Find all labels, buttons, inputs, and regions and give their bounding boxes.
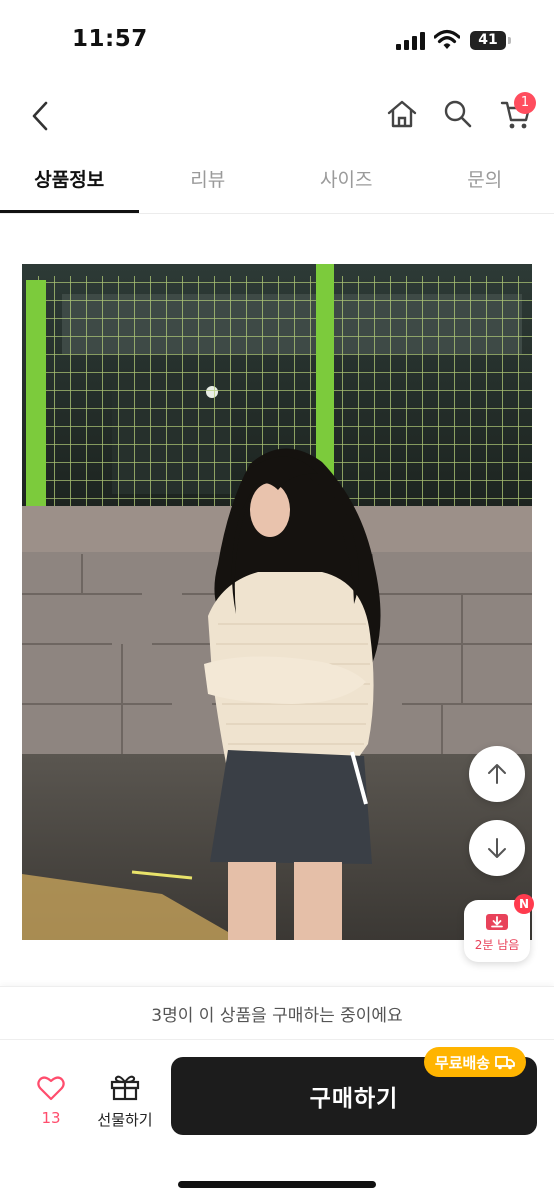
home-button[interactable] <box>384 96 420 132</box>
tab-reviews[interactable]: 리뷰 <box>139 154 278 213</box>
new-badge: N <box>514 894 534 914</box>
like-button[interactable]: 13 <box>30 1075 72 1127</box>
scroll-bottom-button[interactable] <box>469 820 525 876</box>
tab-product-info[interactable]: 상품정보 <box>0 154 139 213</box>
status-bar: 11:57 41 <box>0 0 554 84</box>
chevron-left-icon <box>32 101 48 131</box>
buying-now-notice: 3명이 이 상품을 구매하는 중이에요 <box>151 1006 403 1026</box>
like-count: 13 <box>41 1109 61 1127</box>
wifi-icon <box>434 29 460 49</box>
arrow-up-icon <box>488 764 506 784</box>
home-icon <box>387 100 417 128</box>
signal-icon <box>396 32 426 50</box>
scroll-top-button[interactable] <box>469 746 525 802</box>
timer-label: 2분 남음 <box>474 938 520 952</box>
tab-size[interactable]: 사이즈 <box>277 154 416 213</box>
gift-icon <box>110 1075 140 1101</box>
divider <box>0 1039 554 1040</box>
header <box>0 84 554 148</box>
heart-icon <box>37 1076 65 1101</box>
tab-inquiry[interactable]: 문의 <box>416 154 554 213</box>
gift-label: 선물하기 <box>97 1111 153 1129</box>
free-shipping-badge: 무료배송 <box>424 1047 526 1077</box>
gift-button[interactable]: 선물하기 <box>90 1073 160 1130</box>
status-time: 11:57 <box>72 26 148 52</box>
back-button[interactable] <box>22 94 58 138</box>
purchase-bar: 3명이 이 상품을 구매하는 중이에요 13 선물하기 구매하기 무료배송 <box>0 986 554 1200</box>
tab-bar: 상품정보 리뷰 사이즈 문의 <box>0 154 554 214</box>
home-indicator <box>178 1181 376 1188</box>
arrow-down-icon <box>488 838 506 858</box>
coupon-download-icon <box>486 914 508 930</box>
truck-icon <box>495 1056 515 1070</box>
battery-icon: 41 <box>470 31 511 50</box>
free-shipping-label: 무료배송 <box>434 1053 491 1072</box>
search-icon <box>444 100 472 128</box>
product-photo <box>22 264 532 940</box>
search-button[interactable] <box>440 96 476 132</box>
coupon-timer-badge[interactable]: N 2분 남음 <box>464 894 534 962</box>
cart-count-badge: 1 <box>514 92 536 114</box>
